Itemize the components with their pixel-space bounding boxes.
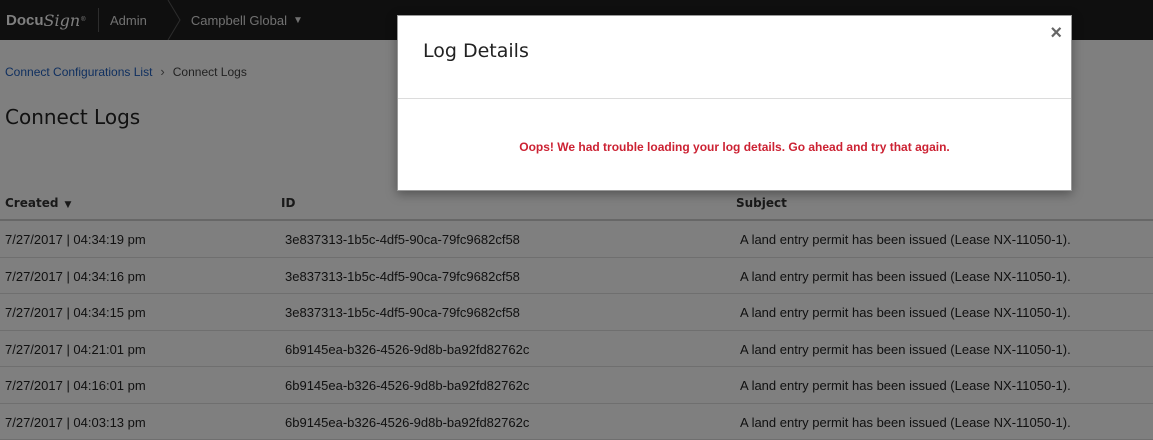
modal-header: Log Details ×: [398, 16, 1071, 99]
close-icon[interactable]: ×: [1050, 23, 1062, 43]
error-message: Oops! We had trouble loading your log de…: [519, 140, 950, 154]
log-details-modal: Log Details × Oops! We had trouble loadi…: [397, 15, 1072, 191]
modal-body: Oops! We had trouble loading your log de…: [398, 99, 1071, 191]
modal-title: Log Details: [423, 40, 529, 62]
